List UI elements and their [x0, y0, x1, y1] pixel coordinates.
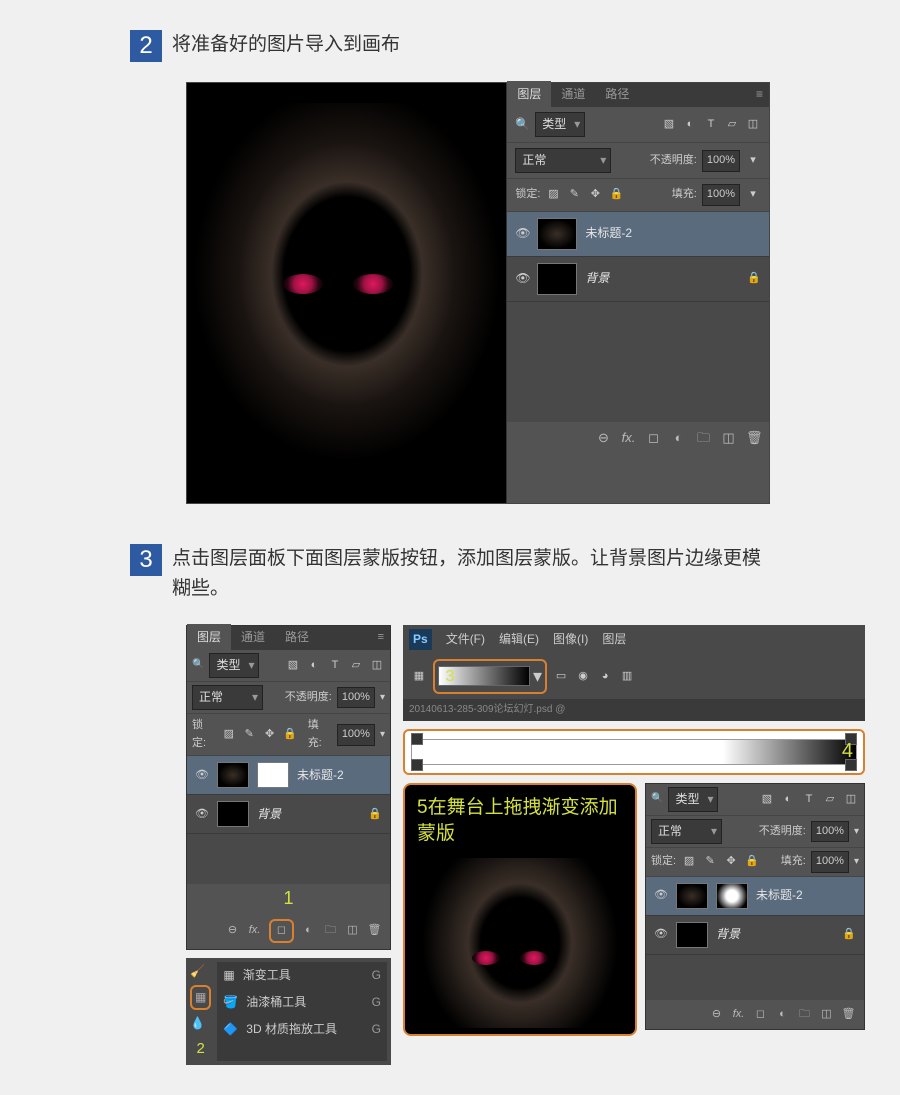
- stage-preview[interactable]: [411, 858, 629, 1028]
- radial-mask-thumb[interactable]: [716, 883, 748, 909]
- lock-icon: 🔒: [747, 270, 761, 288]
- layers-panel-step3-left: 图层 通道 路径 ≡ 🔍类型 ▧◐T▱◫ 正常 不透明度:100%▾ 锁定: ▨…: [186, 625, 391, 950]
- lock-all-icon[interactable]: 🔒: [608, 187, 624, 203]
- step2-text: 将准备好的图片导入到画布: [172, 30, 770, 60]
- filter-select[interactable]: 类型: [535, 112, 585, 137]
- drop-icon[interactable]: 💧: [190, 1014, 211, 1033]
- layer-with-mask[interactable]: 👁 未标题-2: [187, 756, 390, 795]
- layer-untitled[interactable]: 👁 未标题-2: [507, 212, 769, 257]
- gradient-tool-icon[interactable]: ▦: [411, 668, 427, 684]
- fill-value[interactable]: 100%: [702, 184, 740, 206]
- gradient-tool-row[interactable]: ▦渐变工具G: [217, 962, 387, 989]
- reflect-grad-icon[interactable]: ▥: [619, 668, 635, 684]
- lock-paint-icon[interactable]: ✎: [566, 187, 582, 203]
- annotation-1: 1: [187, 884, 390, 913]
- step-number-2: 2: [130, 30, 162, 62]
- gradient-tool-highlight[interactable]: ▦: [190, 985, 211, 1010]
- step-number-3: 3: [130, 544, 162, 576]
- mask-thumb[interactable]: [257, 762, 289, 788]
- tool-flyout: 🧹 ▦ 💧 2 ▦渐变工具G 🪣油漆桶工具G 🔷3D 材质拖放工具G: [186, 958, 391, 1066]
- lock-trans-icon[interactable]: ▨: [545, 187, 561, 203]
- 3d-drop-row[interactable]: 🔷3D 材质拖放工具G: [217, 1016, 387, 1043]
- radial-grad-icon[interactable]: ◉: [575, 668, 591, 684]
- annotation-4: 4: [842, 735, 853, 767]
- gradient-picker-highlight[interactable]: 3 ▾: [433, 659, 547, 694]
- opacity-label: 不透明度:: [650, 152, 697, 170]
- visibility-icon[interactable]: 👁: [515, 224, 529, 243]
- filter-shape-icon[interactable]: ▱: [724, 117, 740, 133]
- filter-image-icon[interactable]: ▧: [661, 117, 677, 133]
- fill-label: 填充:: [672, 186, 697, 204]
- options-bar: ▦ 3 ▾ ▭ ◉ ◕ ▥: [403, 654, 865, 699]
- tab-layers[interactable]: 图层: [187, 624, 231, 651]
- layers-panel: 图层 通道 路径 ≡ 🔍 类型 ▧ ◐ T ▱ ◫ 正常 不透明度: 100% …: [506, 83, 769, 503]
- fx-icon[interactable]: fx.: [621, 428, 636, 449]
- group-icon[interactable]: 🗀: [696, 428, 711, 449]
- layer-with-radial-mask[interactable]: 👁 未标题-2: [646, 877, 864, 916]
- paint-bucket-row[interactable]: 🪣油漆桶工具G: [217, 989, 387, 1016]
- lock-pos-icon[interactable]: ✥: [587, 187, 603, 203]
- step3-text: 点击图层面板下面图层蒙版按钮，添加图层蒙版。让背景图片边缘更模糊些。: [172, 544, 770, 605]
- tab-paths[interactable]: 路径: [595, 81, 639, 108]
- annotation-5-text: 5在舞台上拖拽渐变添加蒙版: [405, 785, 635, 858]
- new-layer-icon[interactable]: ◫: [721, 428, 736, 449]
- tab-channels[interactable]: 通道: [551, 81, 595, 108]
- filter-select[interactable]: 类型: [209, 653, 259, 678]
- linear-grad-icon[interactable]: ▭: [553, 668, 569, 684]
- menu-image[interactable]: 图像(I): [553, 630, 588, 649]
- trash-icon[interactable]: 🗑: [746, 428, 761, 449]
- annotation-3: 3: [446, 664, 455, 690]
- filter-select[interactable]: 类型: [668, 787, 718, 812]
- photoshop-window-step2: 图层 通道 路径 ≡ 🔍 类型 ▧ ◐ T ▱ ◫ 正常 不透明度: 100% …: [186, 82, 770, 504]
- visibility-icon[interactable]: 👁: [515, 269, 529, 288]
- app-menu-bar: Ps 文件(F) 编辑(E) 图像(I) 图层: [403, 625, 865, 654]
- blend-mode-select[interactable]: 正常: [515, 148, 611, 173]
- mask-icon[interactable]: ◻: [646, 428, 661, 449]
- layer-thumb-bg: [537, 263, 577, 295]
- menu-layer[interactable]: 图层: [602, 630, 626, 649]
- annotation-2: 2: [190, 1037, 211, 1061]
- layers-panel-step3-right: 🔍类型 ▧◐T▱◫ 正常 不透明度:100%▾ 锁定: ▨✎✥🔒 填充:100%…: [645, 783, 865, 1031]
- blend-select[interactable]: 正常: [651, 819, 722, 844]
- filter-adjust-icon[interactable]: ◐: [682, 117, 698, 133]
- layer-thumb: [537, 218, 577, 250]
- layer-name-bg[interactable]: 背景: [585, 269, 739, 288]
- opacity-value[interactable]: 100%: [702, 150, 740, 172]
- canvas-stage-highlight: 5在舞台上拖拽渐变添加蒙版: [403, 783, 637, 1036]
- link-icon[interactable]: ⊖: [596, 428, 611, 449]
- filter-smart-icon[interactable]: ◫: [745, 117, 761, 133]
- layer-name[interactable]: 未标题-2: [585, 224, 761, 243]
- layer-background[interactable]: 👁 背景 🔒: [187, 795, 390, 834]
- eraser-icon[interactable]: 🧹: [190, 962, 211, 981]
- panel-menu-icon[interactable]: ≡: [756, 85, 763, 104]
- menu-edit[interactable]: 编辑(E): [499, 630, 539, 649]
- gradient-editor-highlight[interactable]: 4: [403, 729, 865, 775]
- portrait-image: [187, 103, 506, 483]
- blend-select[interactable]: 正常: [192, 685, 263, 710]
- panel-menu-icon[interactable]: ≡: [378, 629, 384, 647]
- adjustment-icon[interactable]: ◐: [671, 428, 686, 449]
- tab-channels[interactable]: 通道: [231, 624, 275, 651]
- mask-button-highlight[interactable]: ◻: [269, 919, 294, 943]
- tab-layers[interactable]: 图层: [507, 81, 551, 108]
- lock-label: 锁定:: [515, 186, 540, 204]
- layer-background[interactable]: 👁 背景 🔒: [646, 916, 864, 955]
- layer-background[interactable]: 👁 背景 🔒: [507, 257, 769, 302]
- angle-grad-icon[interactable]: ◕: [597, 668, 613, 684]
- canvas-area[interactable]: [187, 83, 506, 503]
- document-tab[interactable]: 20140613-285-309论坛幻灯.psd @: [403, 699, 865, 721]
- photoshop-logo-icon: Ps: [409, 629, 432, 650]
- menu-file[interactable]: 文件(F): [446, 630, 485, 649]
- filter-text-icon[interactable]: T: [703, 117, 719, 133]
- tab-paths[interactable]: 路径: [275, 624, 319, 651]
